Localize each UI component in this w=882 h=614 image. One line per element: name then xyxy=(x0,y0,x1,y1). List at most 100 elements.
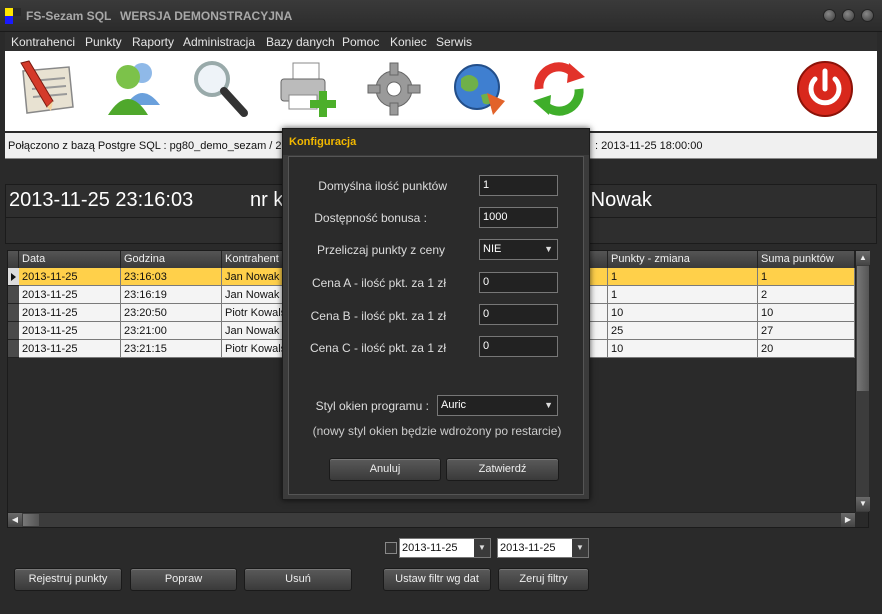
connection-text: Połączono z bazą Postgre SQL : pg80_demo… xyxy=(8,140,288,152)
price-a-label: Cena A - ilość pkt. za 1 zł xyxy=(311,276,446,290)
chevron-down-icon[interactable]: ▼ xyxy=(572,539,588,557)
demo-label: WERSJA DEMONSTRACYJNA xyxy=(120,9,293,23)
row-selector[interactable] xyxy=(8,322,19,340)
dialog-body: Domyślna ilość punktów 1 Dostępność bonu… xyxy=(288,156,584,495)
info-card-number: nr k xyxy=(250,189,284,211)
customers-icon[interactable] xyxy=(102,57,166,121)
scroll-left-icon[interactable]: ◀ xyxy=(8,513,22,527)
scroll-right-icon[interactable]: ▶ xyxy=(841,513,855,527)
maximize-icon[interactable] xyxy=(842,9,855,22)
date-from-picker[interactable]: 2013-11-25 ▼ xyxy=(399,538,491,558)
menu-punkty[interactable]: Punkty xyxy=(85,35,122,49)
recalc-points-label: Przeliczaj punkty z ceny xyxy=(316,243,445,257)
chevron-down-icon: ▼ xyxy=(544,400,553,410)
price-b-label: Cena B - ilość pkt. za 1 zł xyxy=(310,309,446,323)
close-icon[interactable] xyxy=(861,9,874,22)
price-b-input[interactable]: 0 xyxy=(479,304,558,325)
menu-pomoc[interactable]: Pomoc xyxy=(342,35,379,49)
scroll-thumb[interactable] xyxy=(857,266,869,391)
col-header-date[interactable]: Data xyxy=(19,251,121,268)
cell-points-sum[interactable]: 1 xyxy=(758,268,855,286)
window-style-label: Styl okien programu : xyxy=(315,399,429,413)
window-style-value: Auric xyxy=(441,399,467,411)
menu-administracja[interactable]: Administracja xyxy=(183,35,255,49)
cell-time[interactable]: 23:16:03 xyxy=(121,268,222,286)
status-right-text: : 2013-11-25 18:00:00 xyxy=(595,140,703,152)
reset-filters-button[interactable]: Zeruj filtry xyxy=(498,568,589,591)
cell-points-sum[interactable]: 27 xyxy=(758,322,855,340)
register-points-icon[interactable] xyxy=(15,57,79,121)
app-logo-icon xyxy=(5,8,21,24)
col-header-time[interactable]: Godzina xyxy=(121,251,222,268)
restart-note: (nowy styl okien będzie wdrożony po rest… xyxy=(312,424,562,438)
app-title: FS-Sezam SQL xyxy=(26,9,112,23)
date-to-value: 2013-11-25 xyxy=(500,542,556,554)
apply-date-filter-button[interactable]: Ustaw filtr wg dat xyxy=(383,568,491,591)
cell-points-change[interactable]: 10 xyxy=(608,340,758,358)
cell-date[interactable]: 2013-11-25 xyxy=(19,322,121,340)
scroll-down-icon[interactable]: ▼ xyxy=(856,497,870,511)
chevron-down-icon: ▼ xyxy=(544,244,553,254)
power-icon[interactable] xyxy=(793,57,857,121)
cell-points-sum[interactable]: 10 xyxy=(758,304,855,322)
cancel-button[interactable]: Anuluj xyxy=(329,458,441,481)
menu-raporty[interactable]: Raporty xyxy=(132,35,174,49)
menu-serwis[interactable]: Serwis xyxy=(436,35,472,49)
window-style-select[interactable]: Auric ▼ xyxy=(437,395,558,416)
cell-time[interactable]: 23:21:00 xyxy=(121,322,222,340)
default-points-label: Domyślna ilość punktów xyxy=(318,179,447,193)
row-selector[interactable] xyxy=(8,340,19,358)
date-to-picker[interactable]: 2013-11-25 ▼ xyxy=(497,538,589,558)
minimize-icon[interactable] xyxy=(823,9,836,22)
bonus-availability-label: Dostępność bonusa : xyxy=(314,211,427,225)
recalc-points-select[interactable]: NIE ▼ xyxy=(479,239,558,260)
cell-time[interactable]: 23:16:19 xyxy=(121,286,222,304)
col-header-points-change[interactable]: Punkty - zmiana xyxy=(608,251,758,268)
toolbar xyxy=(5,51,877,131)
cell-points-change[interactable]: 25 xyxy=(608,322,758,340)
info-datetime: 2013-11-25 23:16:03 xyxy=(9,189,194,211)
cell-points-sum[interactable]: 2 xyxy=(758,286,855,304)
register-points-button[interactable]: Rejestruj punkty xyxy=(14,568,122,591)
row-selector[interactable] xyxy=(8,304,19,322)
cell-time[interactable]: 23:21:15 xyxy=(121,340,222,358)
confirm-button[interactable]: Zatwierdź xyxy=(446,458,559,481)
cell-points-change[interactable]: 1 xyxy=(608,286,758,304)
recalc-points-value: NIE xyxy=(483,243,502,255)
cell-points-change[interactable]: 10 xyxy=(608,304,758,322)
cell-points-sum[interactable]: 20 xyxy=(758,340,855,358)
date-filter-checkbox[interactable] xyxy=(385,542,397,554)
horizontal-scrollbar[interactable]: ◀ ▶ xyxy=(8,512,855,527)
edit-button[interactable]: Popraw xyxy=(130,568,237,591)
print-add-icon[interactable] xyxy=(277,57,341,121)
refresh-icon[interactable] xyxy=(527,57,591,121)
hscroll-thumb[interactable] xyxy=(23,514,39,526)
cell-date[interactable]: 2013-11-25 xyxy=(19,304,121,322)
price-c-input[interactable]: 0 xyxy=(479,336,558,357)
menu-bazy-danych[interactable]: Bazy danych xyxy=(266,35,335,49)
scroll-up-icon[interactable]: ▲ xyxy=(856,251,870,265)
col-header-points-sum[interactable]: Suma punktów xyxy=(758,251,855,268)
title-bar: FS-Sezam SQL WERSJA DEMONSTRACYJNA xyxy=(0,0,882,32)
vertical-scrollbar[interactable]: ▲ ▼ xyxy=(855,251,870,512)
cell-time[interactable]: 23:20:50 xyxy=(121,304,222,322)
cell-points-change[interactable]: 1 xyxy=(608,268,758,286)
cell-date[interactable]: 2013-11-25 xyxy=(19,268,121,286)
settings-gear-icon[interactable] xyxy=(362,57,426,121)
row-indicator-icon[interactable] xyxy=(8,268,19,286)
configuration-dialog: Konfiguracja Domyślna ilość punktów 1 Do… xyxy=(282,128,590,500)
dialog-title: Konfiguracja xyxy=(283,129,589,155)
cell-date[interactable]: 2013-11-25 xyxy=(19,340,121,358)
menu-koniec[interactable]: Koniec xyxy=(390,35,427,49)
cell-date[interactable]: 2013-11-25 xyxy=(19,286,121,304)
bonus-availability-input[interactable]: 1000 xyxy=(479,207,558,228)
search-icon[interactable] xyxy=(188,57,252,121)
menu-kontrahenci[interactable]: Kontrahenci xyxy=(11,35,75,49)
price-a-input[interactable]: 0 xyxy=(479,272,558,293)
delete-button[interactable]: Usuń xyxy=(244,568,352,591)
chevron-down-icon[interactable]: ▼ xyxy=(474,539,490,557)
row-selector[interactable] xyxy=(8,286,19,304)
globe-sync-icon[interactable] xyxy=(447,57,511,121)
default-points-input[interactable]: 1 xyxy=(479,175,558,196)
date-from-value: 2013-11-25 xyxy=(402,542,458,554)
